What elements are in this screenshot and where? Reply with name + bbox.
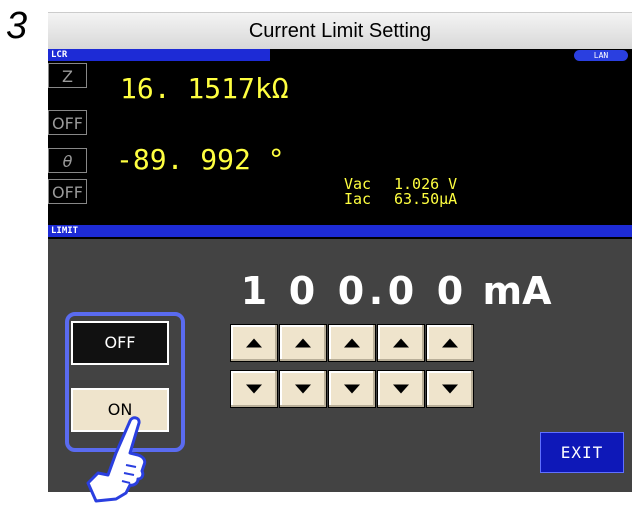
limit-header-bar: LIMIT <box>48 225 632 237</box>
z-value: 16. 1517kΩ <box>120 72 289 105</box>
triangle-up-icon <box>393 338 409 348</box>
triangle-up-icon <box>246 338 262 348</box>
param1-off-button[interactable]: OFF <box>48 110 87 135</box>
step-number: 3 <box>6 5 28 47</box>
iac-label: Iac <box>344 190 372 208</box>
lcr-header-bar: LCR LAN <box>48 49 632 61</box>
digit-1-up-button[interactable] <box>230 324 278 362</box>
triangle-up-icon <box>295 338 311 348</box>
digit-2-down-button[interactable] <box>279 370 327 408</box>
theta-value: -89. 992 ° <box>116 143 285 176</box>
iac-value: 63.50μA <box>394 190 458 208</box>
param2-off-button[interactable]: OFF <box>48 179 87 204</box>
triangle-down-icon <box>246 384 262 394</box>
param2-button[interactable]: θ <box>48 148 87 173</box>
limit-unit: mA <box>482 269 552 313</box>
limit-digit-4: 0 <box>387 269 415 313</box>
digit-4-up-button[interactable] <box>377 324 425 362</box>
digit-5-up-button[interactable] <box>426 324 474 362</box>
pointing-hand-icon <box>86 416 147 503</box>
limit-header-label: LIMIT <box>48 225 632 237</box>
triangle-down-icon <box>393 384 409 394</box>
digit-3-down-button[interactable] <box>328 370 376 408</box>
triangle-down-icon <box>295 384 311 394</box>
digit-2-up-button[interactable] <box>279 324 327 362</box>
triangle-down-icon <box>344 384 360 394</box>
param1-button[interactable]: Z <box>48 63 87 88</box>
triangle-up-icon <box>442 338 458 348</box>
triangle-up-icon <box>344 338 360 348</box>
limit-digit-1: 1 <box>240 269 268 313</box>
triangle-down-icon <box>442 384 458 394</box>
limit-digit-2: 0 <box>288 269 316 313</box>
limit-off-button[interactable]: OFF <box>71 321 169 365</box>
limit-digit-5: 0 <box>436 269 464 313</box>
exit-button[interactable]: EXIT <box>540 432 624 473</box>
digit-3-up-button[interactable] <box>328 324 376 362</box>
lcr-header-label: LCR <box>48 49 270 61</box>
page-title: Current Limit Setting <box>48 12 632 49</box>
digit-5-down-button[interactable] <box>426 370 474 408</box>
digit-1-down-button[interactable] <box>230 370 278 408</box>
digit-4-down-button[interactable] <box>377 370 425 408</box>
lan-badge[interactable]: LAN <box>574 50 628 61</box>
